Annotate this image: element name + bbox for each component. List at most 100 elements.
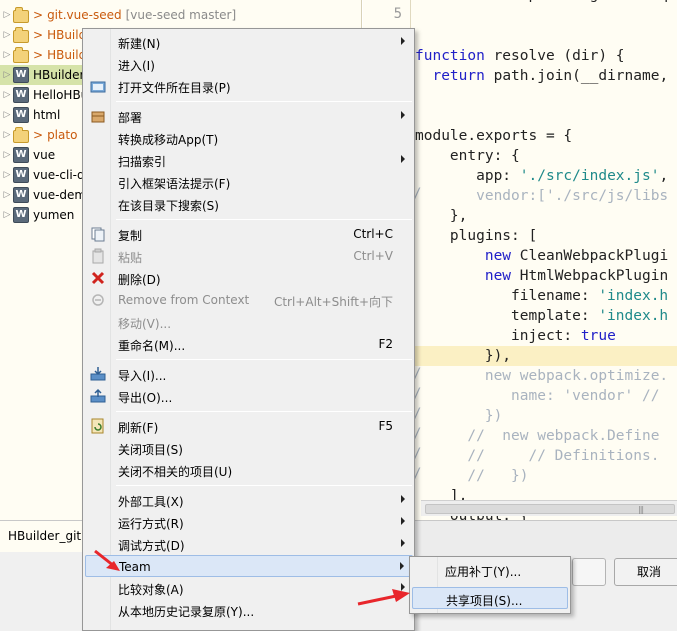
import-icon xyxy=(90,366,106,382)
code-line: module.exports = { xyxy=(415,128,573,144)
expand-chevron-icon[interactable]: ▷ xyxy=(1,150,13,160)
expand-chevron-icon[interactable]: ▷ xyxy=(1,210,13,220)
tree-item-label: HBuild xyxy=(47,28,87,42)
code-line: template: 'index.h xyxy=(415,308,669,324)
git-folder-icon xyxy=(13,6,29,23)
menu-item[interactable]: 引入框架语法提示(F) xyxy=(85,171,413,193)
code-line: app: './src/index.js', xyxy=(415,168,669,184)
export-icon xyxy=(90,388,106,404)
menu-item-shortcut: Ctrl+C xyxy=(353,227,393,241)
expand-chevron-icon[interactable]: ▷ xyxy=(1,110,13,120)
menu-item-label: 删除(D) xyxy=(118,273,161,287)
menu-item[interactable]: 关闭不相关的项目(U) xyxy=(85,459,413,481)
menu-separator xyxy=(116,219,412,220)
menu-item-label: 刷新(F) xyxy=(118,421,159,435)
menu-item[interactable]: 扫描索引 xyxy=(85,149,413,171)
copy-icon xyxy=(90,226,106,242)
menu-item-label: 从本地历史记录复原(Y)... xyxy=(118,605,255,619)
code-line: inject: true xyxy=(415,328,616,344)
menu-item-label: 关闭项目(S) xyxy=(118,443,183,457)
tree-item[interactable]: ▷ > git.vue-seed [vue-seed master] xyxy=(0,5,360,25)
bottom-tab[interactable]: HBuilder_git3 xyxy=(0,520,90,552)
menu-item-label: 新建(N) xyxy=(118,37,161,51)
menu-item[interactable]: 调试方式(D) xyxy=(85,533,413,555)
cancel-button[interactable]: 取消 xyxy=(614,558,677,586)
expand-chevron-icon[interactable]: ▷ xyxy=(1,130,13,140)
menu-item-label: 粘贴 xyxy=(118,251,143,265)
expand-chevron-icon[interactable]: ▷ xyxy=(1,170,13,180)
web-project-icon: W xyxy=(13,167,29,183)
web-project-icon: W xyxy=(13,107,29,123)
menu-item[interactable]: 删除(D) xyxy=(85,267,413,289)
git-folder-icon xyxy=(13,126,29,143)
menu-separator xyxy=(116,485,412,486)
menu-item-label: 引入框架语法提示(F) xyxy=(118,177,231,191)
expand-chevron-icon[interactable]: ▷ xyxy=(1,90,13,100)
dialog-button-area xyxy=(410,520,677,560)
git-folder-icon xyxy=(13,26,29,43)
submenu-item[interactable]: 共享项目(S)... xyxy=(412,587,568,609)
tree-item-label: plato xyxy=(47,128,78,142)
menu-item[interactable]: 复制 Ctrl+C xyxy=(85,223,413,245)
menu-separator xyxy=(116,411,412,412)
web-project-icon: W xyxy=(13,67,29,83)
menu-item[interactable]: 导出(O)... xyxy=(85,385,413,407)
annotation-arrow-team xyxy=(94,549,120,571)
menu-item[interactable]: 在该目录下搜索(S) xyxy=(85,193,413,215)
menu-item-label: 重命名(M)... xyxy=(118,339,186,353)
web-project-icon: W xyxy=(13,187,29,203)
submenu-arrow-icon xyxy=(401,539,405,547)
tree-item-label: vue-cli-d xyxy=(33,168,85,182)
code-line: // }) xyxy=(415,468,529,484)
scrollbar-thumb[interactable]: ||| xyxy=(425,504,675,514)
menu-item-shortcut: F5 xyxy=(378,419,393,433)
code-line: }), xyxy=(415,348,512,364)
expand-chevron-icon[interactable]: ▷ xyxy=(1,190,13,200)
menu-item[interactable]: 刷新(F) F5 xyxy=(85,415,413,437)
menu-item[interactable]: 转换成移动App(T) xyxy=(85,127,413,149)
menu-item[interactable]: 粘贴 Ctrl+V xyxy=(85,245,413,267)
menu-item[interactable]: Team xyxy=(85,555,413,577)
expand-chevron-icon[interactable]: ▷ xyxy=(1,10,13,20)
scrollbar-grip: ||| xyxy=(638,505,644,514)
dialog-button[interactable] xyxy=(572,558,606,586)
menu-item-label: 外部工具(X) xyxy=(118,495,184,509)
menu-item[interactable]: 导入(I)... xyxy=(85,363,413,385)
menu-item-label: 调试方式(D) xyxy=(118,539,185,553)
code-line: const HtmlWebpackPlugin = requ xyxy=(415,0,677,5)
delete-x-icon xyxy=(90,270,106,286)
submenu-item[interactable]: 应用补丁(Y)... xyxy=(412,559,568,581)
tree-item-label: html xyxy=(33,108,61,122)
menu-item[interactable]: 部署 xyxy=(85,105,413,127)
git-marker: > xyxy=(33,28,44,42)
expand-chevron-icon[interactable]: ▷ xyxy=(1,30,13,40)
code-line: entry: { xyxy=(415,148,520,164)
menu-item-shortcut: F2 xyxy=(378,337,393,351)
code-line: }, xyxy=(415,208,468,224)
menu-item[interactable]: 运行方式(R) xyxy=(85,511,413,533)
code-line: // new webpack.Define xyxy=(415,428,660,444)
expand-chevron-icon[interactable]: ▷ xyxy=(1,70,13,80)
web-project-icon: W xyxy=(13,207,29,223)
menu-item[interactable]: 打开文件所在目录(P) xyxy=(85,75,413,97)
menu-item[interactable]: 新建(N) xyxy=(85,31,413,53)
expand-chevron-icon[interactable]: ▷ xyxy=(1,50,13,60)
menu-item-label: 复制 xyxy=(118,229,143,243)
menu-item[interactable]: 进入(I) xyxy=(85,53,413,75)
menu-item[interactable]: 移动(V)... xyxy=(85,311,413,333)
menu-item[interactable]: Remove from Context Ctrl+Alt+Shift+向下 xyxy=(85,289,413,311)
menu-item-label: 导入(I)... xyxy=(118,369,167,383)
git-marker: > xyxy=(33,8,44,22)
menu-item[interactable]: 关闭项目(S) xyxy=(85,437,413,459)
git-marker: > xyxy=(33,128,44,142)
menu-item[interactable]: 外部工具(X) xyxy=(85,489,413,511)
code-line: new HtmlWebpackPlugin xyxy=(484,268,669,284)
horizontal-scrollbar[interactable]: ||| xyxy=(421,500,677,516)
menu-item-label: 导出(O)... xyxy=(118,391,173,405)
paste-icon xyxy=(90,248,106,264)
menu-item-label: Remove from Context xyxy=(118,293,250,307)
code-line: return path.join(__dirname, xyxy=(432,68,669,84)
submenu-arrow-icon xyxy=(401,111,405,119)
submenu-arrow-icon xyxy=(401,517,405,525)
menu-item[interactable]: 重命名(M)... F2 xyxy=(85,333,413,355)
